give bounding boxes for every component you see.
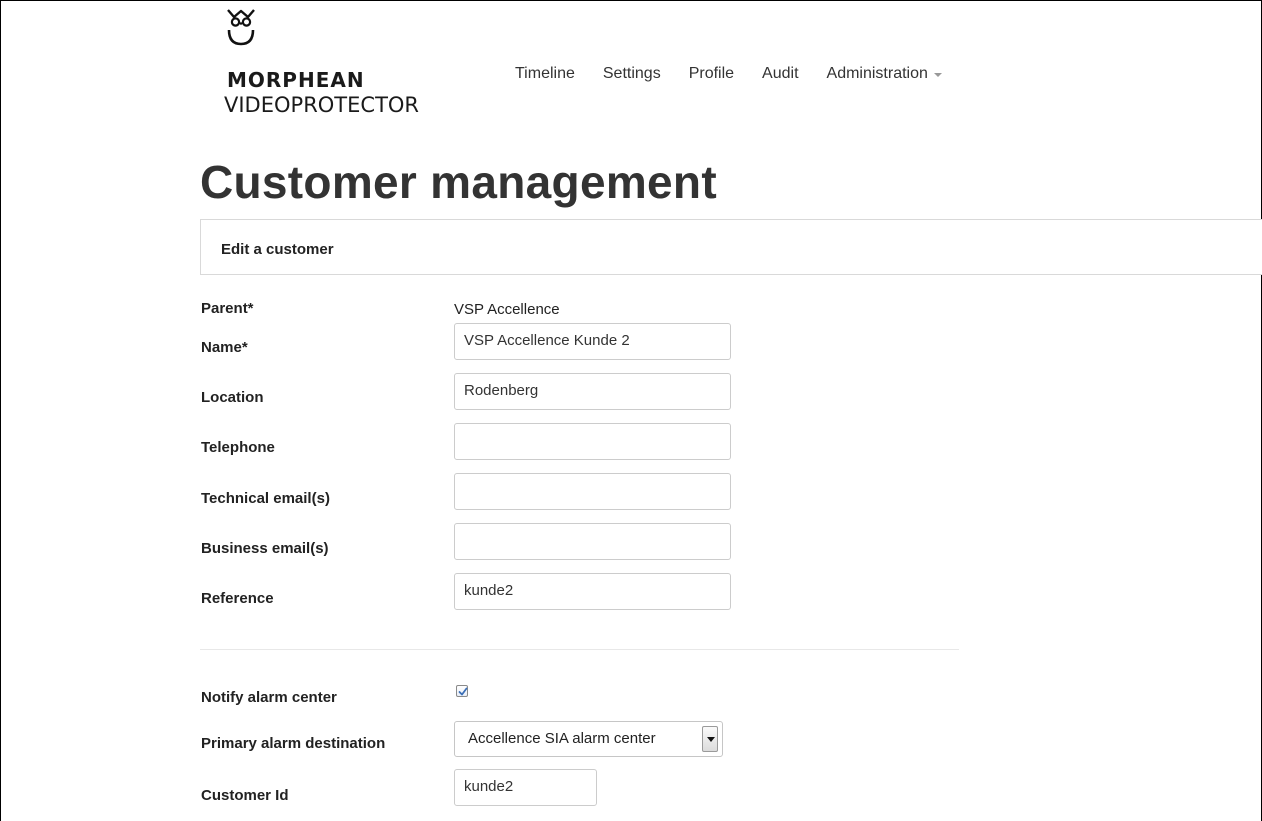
customer-id-label: Customer Id — [201, 787, 289, 804]
main-nav: Timeline Settings Profile Audit Administ… — [515, 65, 970, 83]
customer-id-input[interactable]: kunde2 — [454, 769, 597, 806]
parent-value: VSP Accellence — [454, 301, 560, 318]
owl-icon — [226, 6, 256, 61]
nav-audit-label: Audit — [762, 65, 799, 82]
panel-heading: Edit a customer — [200, 219, 1262, 275]
parent-label: Parent* — [201, 300, 254, 317]
primary-alarm-destination-label: Primary alarm destination — [201, 735, 386, 752]
nav-settings-label: Settings — [602, 65, 661, 82]
notify-alarm-center-checkbox[interactable] — [456, 685, 468, 697]
window-frame — [0, 0, 1262, 821]
dropdown-arrow-icon[interactable] — [702, 726, 718, 752]
nav-administration-label: Administration — [826, 65, 928, 82]
checkmark-icon — [458, 687, 468, 696]
page-title: Customer management — [200, 156, 717, 208]
notify-alarm-center-label: Notify alarm center — [201, 689, 337, 706]
caret-down-icon — [933, 73, 942, 77]
nav-timeline-label: Timeline — [515, 65, 575, 82]
nav-settings[interactable]: Settings — [603, 65, 661, 83]
nav-profile[interactable]: Profile — [689, 65, 734, 83]
primary-alarm-destination-value: Accellence SIA alarm center — [468, 730, 656, 747]
nav-profile-label: Profile — [688, 65, 735, 82]
brand-logo[interactable]: MORPHEAN VIDEOPROTECTOR — [222, 6, 482, 134]
location-input[interactable]: Rodenberg — [454, 373, 731, 410]
primary-alarm-destination-select[interactable]: Accellence SIA alarm center — [454, 721, 723, 757]
location-label: Location — [201, 389, 264, 406]
telephone-input[interactable] — [454, 423, 731, 460]
business-email-input[interactable] — [454, 523, 731, 560]
technical-email-label: Technical email(s) — [201, 490, 330, 507]
nav-administration[interactable]: Administration — [827, 65, 942, 83]
technical-email-input[interactable] — [454, 473, 731, 510]
name-label: Name* — [201, 339, 248, 356]
panel-title: Edit a customer — [221, 241, 334, 258]
brand-name-line1: MORPHEAN — [227, 68, 365, 92]
business-email-label: Business email(s) — [201, 540, 329, 557]
brand-name-line2: VIDEOPROTECTOR — [224, 93, 420, 117]
reference-label: Reference — [201, 590, 274, 607]
nav-audit[interactable]: Audit — [762, 65, 798, 83]
nav-timeline[interactable]: Timeline — [515, 65, 575, 83]
form-divider — [200, 649, 959, 650]
reference-input[interactable]: kunde2 — [454, 573, 731, 610]
telephone-label: Telephone — [201, 439, 275, 456]
name-input[interactable]: VSP Accellence Kunde 2 — [454, 323, 731, 360]
